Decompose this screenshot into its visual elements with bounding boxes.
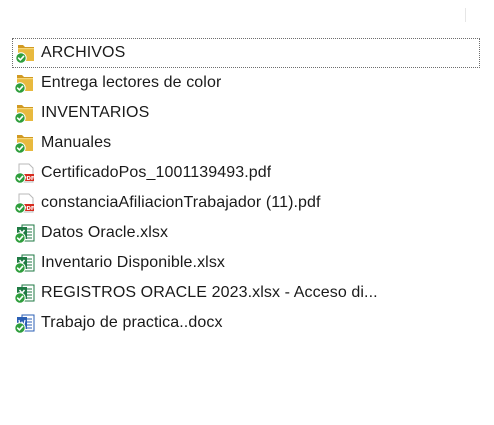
file-name: Entrega lectores de color: [41, 74, 222, 91]
file-name: Datos Oracle.xlsx: [41, 224, 169, 241]
file-row[interactable]: INVENTARIOS: [12, 98, 480, 128]
folder-icon: [14, 102, 36, 124]
folder-icon: [14, 132, 36, 154]
file-explorer-pane: ARCHIVOS Entrega lectores de color INVEN…: [0, 0, 494, 425]
file-name: REGISTROS ORACLE 2023.xlsx - Acceso di..…: [41, 284, 378, 301]
file-list: ARCHIVOS Entrega lectores de color INVEN…: [12, 38, 482, 338]
word-file-icon: [14, 312, 36, 334]
excel-file-icon: [14, 282, 36, 304]
file-row[interactable]: Manuales: [12, 128, 480, 158]
file-row[interactable]: REGISTROS ORACLE 2023.xlsx - Acceso di..…: [12, 278, 480, 308]
folder-icon: [14, 72, 36, 94]
file-row[interactable]: PDF constanciaAfiliacionTrabajador (11).…: [12, 188, 480, 218]
file-name: Manuales: [41, 134, 112, 151]
excel-file-icon: [14, 252, 36, 274]
file-name: constanciaAfiliacionTrabajador (11).pdf: [41, 194, 321, 211]
file-row[interactable]: PDF CertificadoPos_1001139493.pdf: [12, 158, 480, 188]
file-row[interactable]: Trabajo de practica..docx: [12, 308, 480, 338]
file-name: INVENTARIOS: [41, 104, 150, 121]
column-divider[interactable]: [465, 8, 466, 22]
file-row[interactable]: Inventario Disponible.xlsx: [12, 248, 480, 278]
file-row[interactable]: ARCHIVOS: [12, 38, 480, 68]
pdf-file-icon: PDF: [14, 192, 36, 214]
file-name: ARCHIVOS: [41, 44, 126, 61]
file-name: CertificadoPos_1001139493.pdf: [41, 164, 272, 181]
file-name: Inventario Disponible.xlsx: [41, 254, 226, 271]
pdf-file-icon: PDF: [14, 162, 36, 184]
file-row[interactable]: Datos Oracle.xlsx: [12, 218, 480, 248]
file-name: Trabajo de practica..docx: [41, 314, 223, 331]
excel-file-icon: [14, 222, 36, 244]
folder-icon: [15, 42, 37, 64]
file-row[interactable]: Entrega lectores de color: [12, 68, 480, 98]
